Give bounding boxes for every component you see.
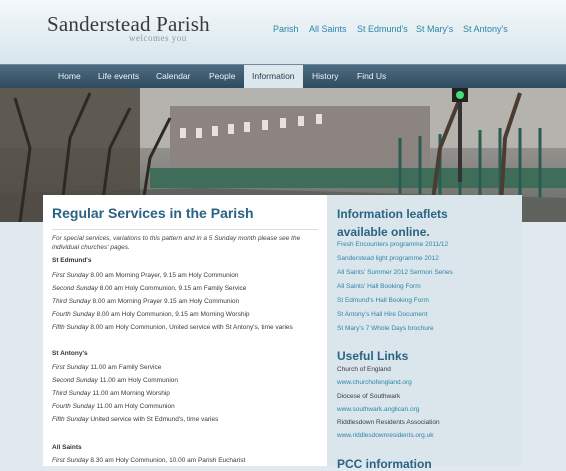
service-line: Third Sunday 8.00 am Morning Prayer 9.15… (52, 298, 240, 305)
service-line: First Sunday 8.30 am Holy Communion, 10.… (52, 457, 246, 464)
title-divider (52, 229, 318, 230)
section-heading-st-antonys: St Antony's (52, 350, 88, 357)
leaflet-link[interactable]: St Antony's Hall Hire Document (337, 311, 427, 318)
link-label: Diocese of Southwark (337, 393, 401, 400)
service-line: First Sunday 8.00 am Morning Prayer, 9.1… (52, 272, 239, 279)
nav-home[interactable]: Home (50, 65, 89, 89)
nav-information[interactable]: Information (244, 65, 303, 89)
service-line: First Sunday 11.00 am Family Service (52, 364, 162, 371)
intro-text: For special services, variations to this… (52, 235, 301, 251)
top-link-st-edmunds[interactable]: St Edmund's (357, 24, 408, 34)
service-line: Third Sunday 11.00 am Morning Worship (52, 390, 170, 397)
leaflet-link[interactable]: All Saints' Hall Booking Form (337, 283, 421, 290)
service-line: Fourth Sunday 8.00 am Holy Communion, 9.… (52, 311, 250, 318)
church-links: Parish All Saints St Edmund's St Mary's … (0, 24, 566, 38)
top-link-st-antonys[interactable]: St Antony's (463, 24, 508, 34)
nav-life-events[interactable]: Life events (90, 65, 147, 89)
leaflets-heading-2: available online. (337, 225, 430, 239)
link-label: Church of England (337, 366, 391, 373)
sidebar: Information leaflets available online. F… (327, 195, 522, 471)
section-heading-st-edmunds: St Edmund's (52, 257, 92, 264)
top-link-all-saints[interactable]: All Saints (309, 24, 347, 34)
link-url[interactable]: www.churchofengland.org (337, 379, 412, 386)
link-label: Riddlesdown Residents Association (337, 419, 440, 426)
link-url[interactable]: www.southwark.anglican.org (337, 406, 419, 413)
service-line: Fifth Sunday 8.00 am Holy Communion, Uni… (52, 324, 293, 331)
leaflet-link[interactable]: St Mary's 7 Whole Days brochure (337, 325, 434, 332)
leaflet-link[interactable]: All Saints' Summer 2012 Sermon Series (337, 269, 453, 276)
nav-people[interactable]: People (201, 65, 243, 89)
main-nav: Home Life events Calendar People Informa… (0, 64, 566, 89)
top-link-parish[interactable]: Parish (273, 24, 299, 34)
page-title: Regular Services in the Parish (52, 205, 254, 221)
service-line: Fifth Sunday United service with St Edmu… (52, 416, 219, 423)
useful-links-heading: Useful Links (337, 349, 409, 363)
site-header: Sanderstead Parish welcomes you Parish A… (0, 0, 566, 64)
leaflet-link[interactable]: Fresh Encounters programme 2011/12 (337, 241, 448, 248)
leaflets-heading: Information leaflets (337, 207, 448, 221)
pcc-heading: PCC information (337, 457, 432, 471)
nav-find-us[interactable]: Find Us (349, 65, 394, 89)
service-line: Second Sunday 11.00 am Holy Communion (52, 377, 178, 384)
nav-calendar[interactable]: Calendar (148, 65, 199, 89)
service-line: Fourth Sunday 11.00 am Holy Communion (52, 403, 175, 410)
main-content: Regular Services in the Parish For speci… (43, 195, 327, 466)
service-line: Second Sunday 8.00 am Holy Communion, 9.… (52, 285, 247, 292)
link-url[interactable]: www.riddlesdownresidents.org.uk (337, 432, 433, 439)
section-heading-all-saints: All Saints (52, 444, 82, 451)
nav-history[interactable]: History (304, 65, 346, 89)
leaflet-link[interactable]: St Edmund's Hall Booking Form (337, 297, 429, 304)
leaflet-link[interactable]: Sanderstead light programme 2012 (337, 255, 439, 262)
top-link-st-marys[interactable]: St Mary's (416, 24, 453, 34)
